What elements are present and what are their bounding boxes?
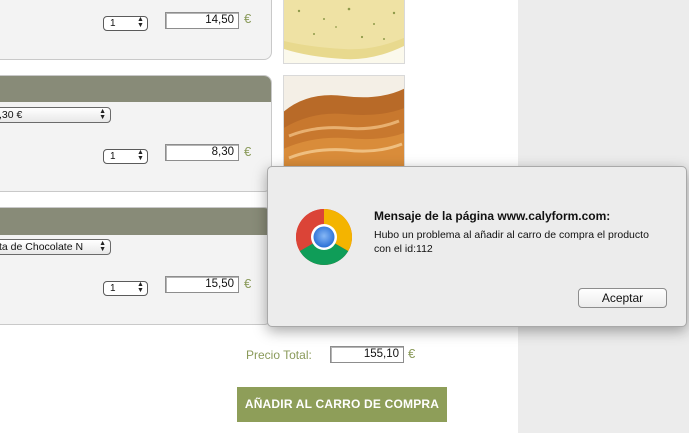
price-field-3[interactable]: 15,50	[165, 276, 239, 293]
quantity-value: 1	[110, 18, 116, 29]
card-header	[0, 208, 271, 235]
total-field: 155,10	[330, 346, 404, 363]
dialog-message: Hubo un problema al añadir al carro de c…	[374, 229, 649, 255]
price-field-2[interactable]: 8,30	[165, 144, 239, 161]
card-header	[0, 76, 271, 102]
price-field-1[interactable]: 14,50	[165, 12, 239, 29]
variant-select-3[interactable]: ta de Chocolate N ▲ ▼	[0, 239, 111, 255]
toast-photo	[283, 75, 405, 175]
quantity-value: 1	[110, 151, 116, 162]
product-card-2	[0, 75, 272, 192]
variant-value: ta de Chocolate N	[0, 241, 84, 253]
quantity-select-2[interactable]: 1 ▲ ▼	[103, 149, 148, 164]
currency-symbol: €	[244, 11, 252, 26]
omelette-photo	[283, 0, 405, 64]
stepper-arrows-icon: ▲ ▼	[137, 16, 144, 29]
currency-symbol: €	[408, 346, 416, 361]
chrome-icon	[294, 207, 354, 267]
accept-button[interactable]: Aceptar	[578, 288, 667, 308]
add-to-cart-button[interactable]: AÑADIR AL CARRO DE COMPRA	[237, 387, 447, 422]
quantity-select-1[interactable]: 1 ▲ ▼	[103, 16, 148, 31]
quantity-value: 1	[110, 283, 116, 294]
currency-symbol: €	[244, 276, 252, 291]
dialog-title: Mensaje de la página www.calyform.com:	[374, 209, 611, 223]
stepper-arrows-icon: ▲ ▼	[99, 240, 106, 253]
stepper-arrows-icon: ▲ ▼	[137, 149, 144, 162]
stepper-arrows-icon: ▲ ▼	[99, 108, 106, 121]
variant-select-2[interactable]: ,30 € ▲ ▼	[0, 107, 111, 123]
quantity-select-3[interactable]: 1 ▲ ▼	[103, 281, 148, 296]
stepper-arrows-icon: ▲ ▼	[137, 281, 144, 294]
variant-value: ,30 €	[0, 109, 23, 121]
alert-dialog: Mensaje de la página www.calyform.com: H…	[267, 166, 687, 327]
currency-symbol: €	[244, 144, 252, 159]
total-label: Precio Total:	[246, 348, 312, 362]
product-card-3	[0, 207, 272, 325]
